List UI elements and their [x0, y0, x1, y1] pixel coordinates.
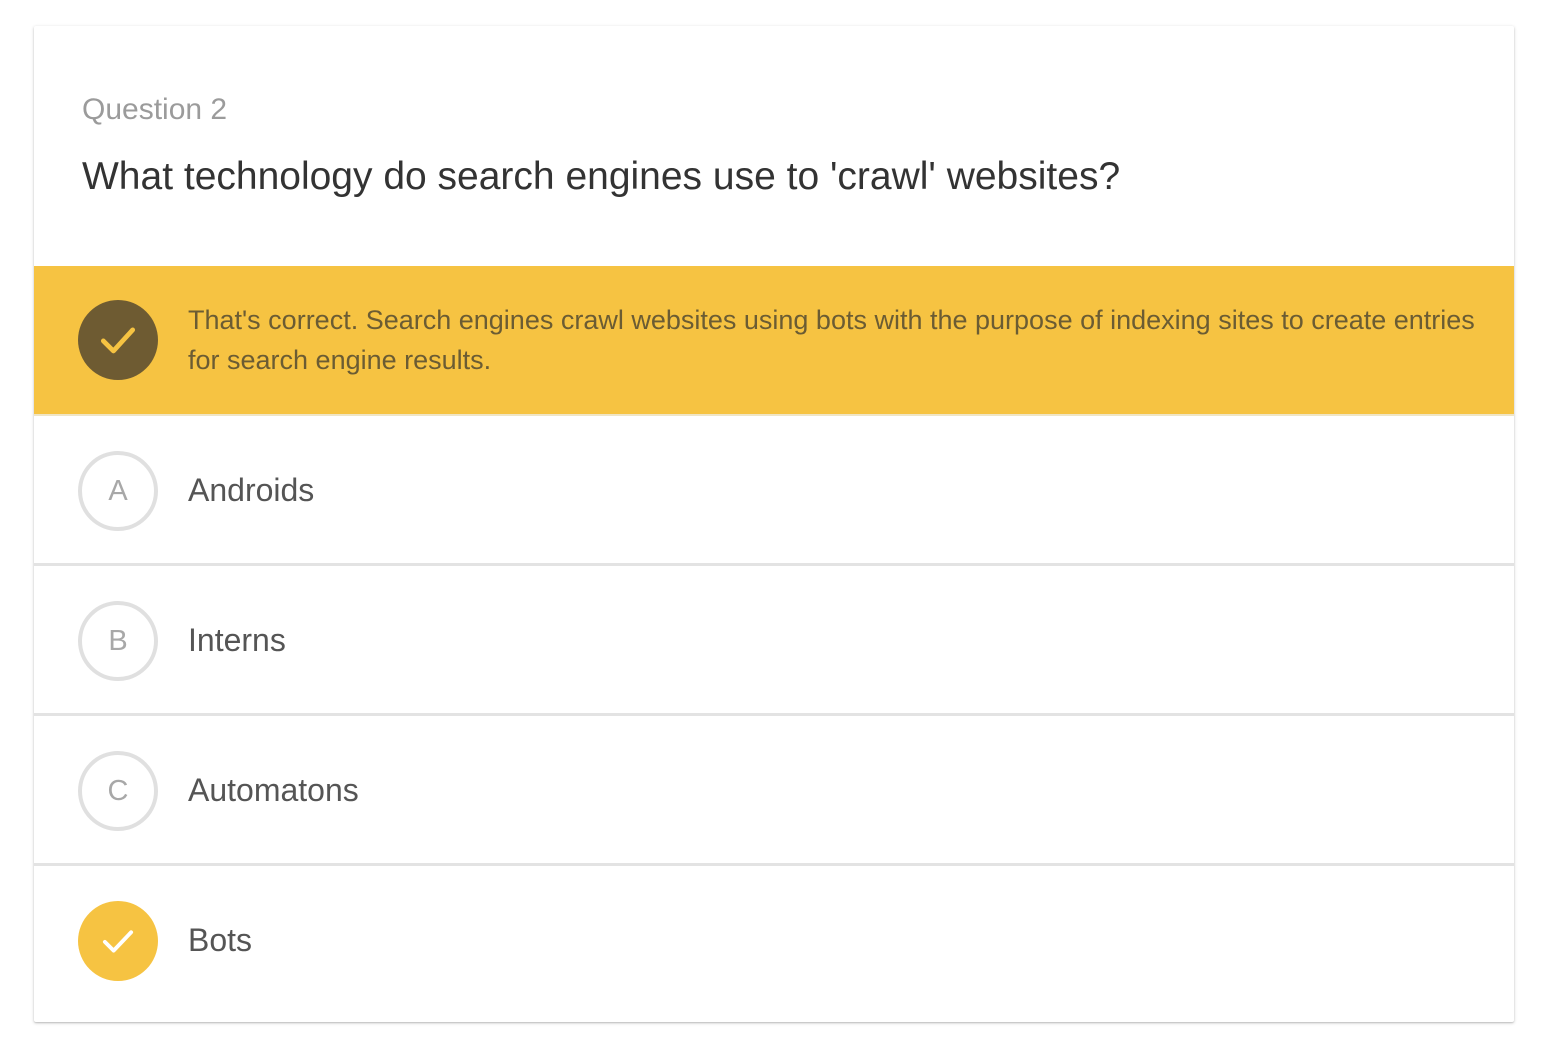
feedback-banner: That's correct. Search engines crawl web… [34, 266, 1514, 416]
answer-option-d-selected[interactable]: Bots [34, 866, 1514, 1016]
answer-option-a[interactable]: A Androids [34, 416, 1514, 566]
option-letter-c: C [78, 751, 158, 831]
feedback-text: That's correct. Search engines crawl web… [188, 305, 1475, 375]
option-label-b: Interns [188, 622, 286, 658]
question-header: Question 2 What technology do search eng… [34, 26, 1514, 266]
answer-option-b[interactable]: B Interns [34, 566, 1514, 716]
question-text: What technology do search engines use to… [82, 155, 1121, 198]
check-glyph [100, 327, 136, 354]
option-label-c: Automatons [188, 772, 359, 808]
option-letter-a: A [78, 451, 158, 531]
option-label-a: Androids [188, 472, 315, 508]
check-icon [78, 300, 158, 380]
option-label-d: Bots [188, 922, 253, 958]
check-icon [78, 901, 158, 981]
option-letter-b: B [78, 601, 158, 681]
question-number: Question 2 [82, 93, 228, 126]
selected-check-glyph [102, 930, 134, 953]
quiz-card: Question 2 What technology do search eng… [34, 26, 1514, 1022]
answer-option-c[interactable]: C Automatons [34, 716, 1514, 866]
